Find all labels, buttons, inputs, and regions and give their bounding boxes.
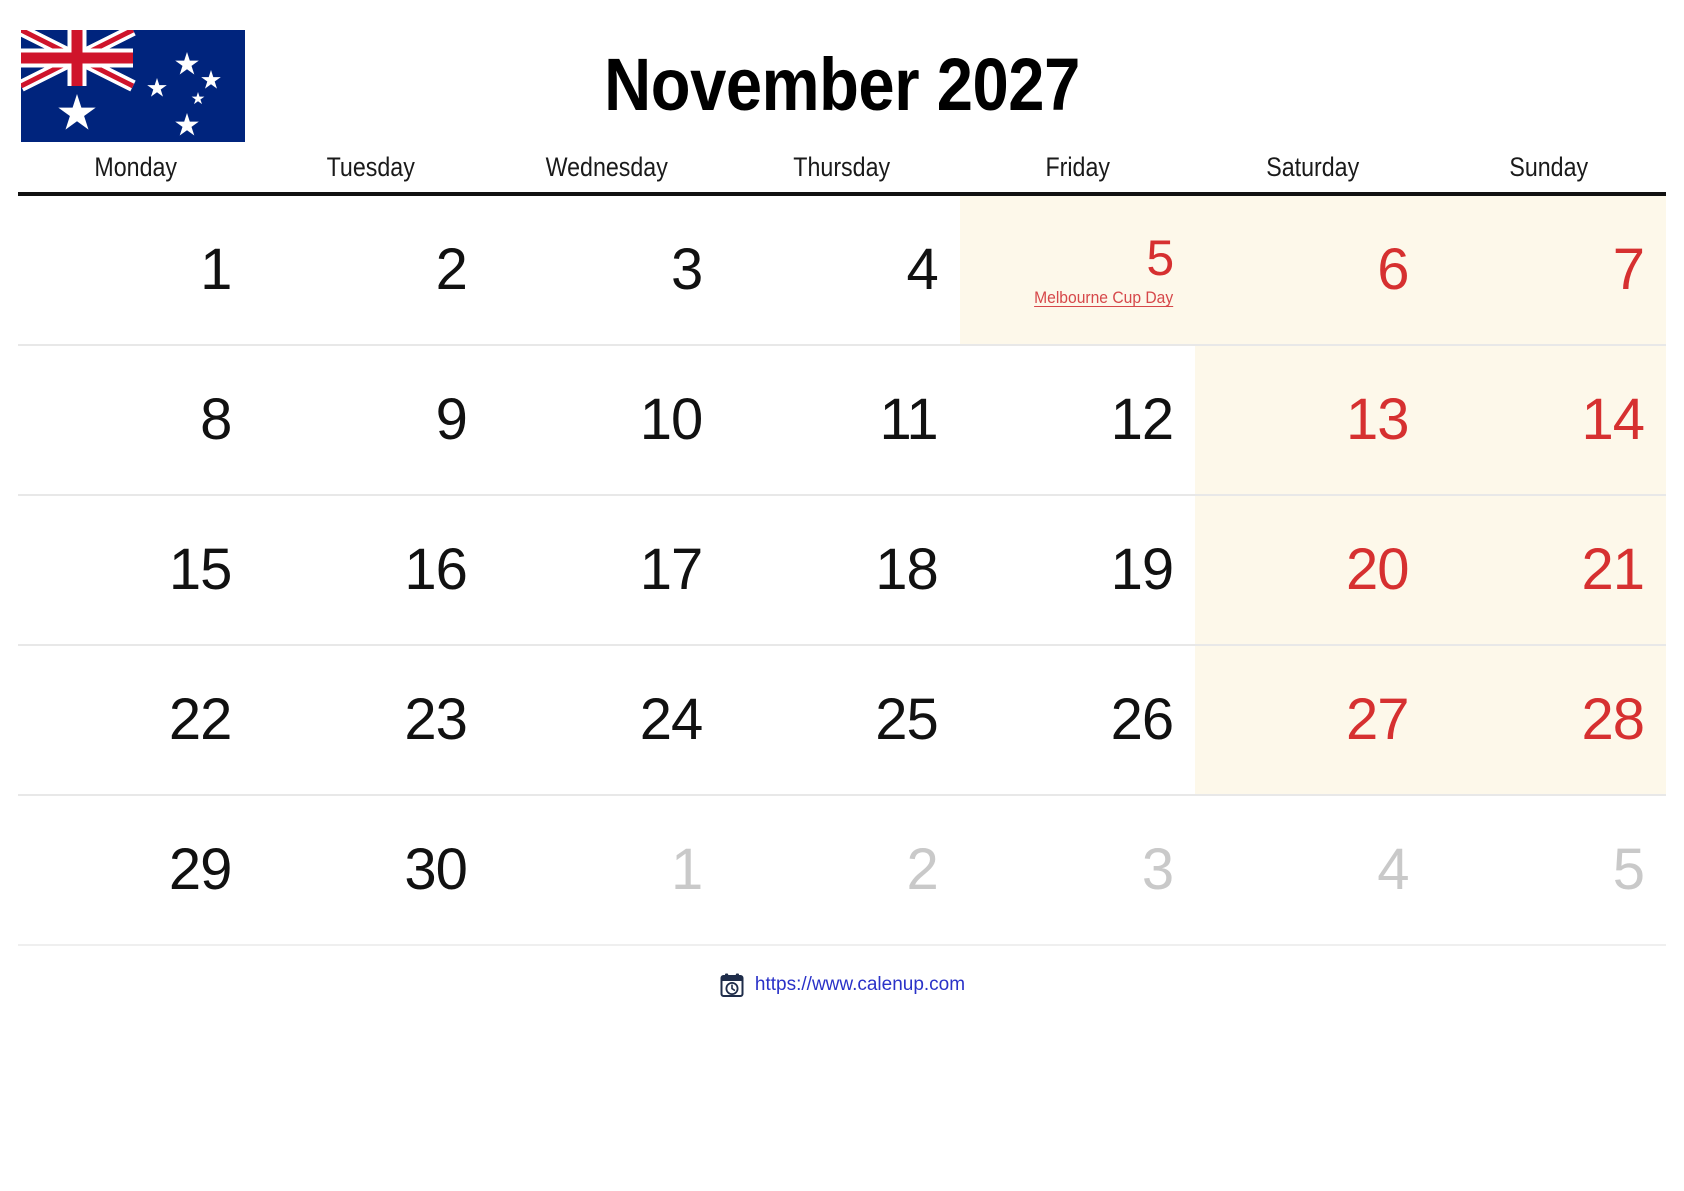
- calendar-day-cell[interactable]: 10: [489, 346, 724, 494]
- day-number: 24: [639, 686, 704, 752]
- weekday-header-thursday: Thursday: [793, 152, 891, 182]
- calendar-day-cell[interactable]: 6: [1195, 196, 1431, 344]
- calendar-day-cell[interactable]: 29: [18, 796, 253, 944]
- day-number: 26: [1110, 686, 1175, 752]
- calendar-clock-icon: [719, 972, 745, 998]
- calendar-day-cell[interactable]: 21: [1430, 496, 1666, 644]
- page-title: November 2027: [604, 43, 1080, 126]
- day-number: 2: [906, 836, 938, 902]
- day-number: 14: [1581, 386, 1645, 452]
- calendar-day-cell[interactable]: 5 Melbourne Cup Day: [959, 196, 1196, 344]
- day-number: 22: [168, 686, 233, 752]
- calendar-day-cell[interactable]: 16: [253, 496, 488, 644]
- calendar-day-cell[interactable]: 7: [1430, 196, 1666, 344]
- calendar-grid: 1 2 3 4 5 Melbourne Cup Day 6 7 8 9 10 11 12 13 14 15 16…: [18, 196, 1666, 946]
- calendar-day-cell[interactable]: 4: [724, 196, 959, 344]
- day-number: 7: [1612, 236, 1645, 302]
- day-number: 13: [1346, 386, 1410, 452]
- calendar-day-cell-outside[interactable]: 4: [1195, 796, 1430, 944]
- calendar-day-cell[interactable]: 14: [1430, 346, 1666, 494]
- calendar-day-cell[interactable]: 12: [960, 346, 1195, 494]
- calendar-day-cell[interactable]: 1: [18, 196, 253, 344]
- calendar-day-cell[interactable]: 28: [1430, 646, 1666, 794]
- day-number: 11: [879, 386, 938, 452]
- day-number: 2: [435, 236, 468, 302]
- day-number: 21: [1581, 536, 1645, 602]
- calendar-day-cell[interactable]: 24: [489, 646, 724, 794]
- day-number: 18: [875, 536, 939, 602]
- calendar-day-cell[interactable]: 26: [960, 646, 1195, 794]
- calendar-day-cell[interactable]: 18: [724, 496, 959, 644]
- day-number: 5: [1612, 836, 1645, 902]
- day-number: 27: [1346, 686, 1410, 752]
- weekday-header-friday: Friday: [1045, 152, 1110, 182]
- day-number: 17: [639, 536, 704, 602]
- day-number: 5: [1146, 229, 1174, 286]
- weekday-header-monday: Monday: [94, 152, 178, 182]
- day-number: 30: [404, 836, 468, 902]
- calendar-week-row: 8 9 10 11 12 13 14: [18, 346, 1666, 496]
- calendar-day-cell[interactable]: 11: [724, 346, 959, 494]
- calendar-day-cell[interactable]: 3: [489, 196, 724, 344]
- calendar-week-row: 22 23 24 25 26 27 28: [18, 646, 1666, 796]
- day-number: 29: [168, 836, 233, 902]
- day-number: 19: [1110, 536, 1175, 602]
- calendar-day-cell[interactable]: 22: [18, 646, 253, 794]
- calendar-day-cell[interactable]: 9: [253, 346, 488, 494]
- day-number: 1: [671, 836, 703, 902]
- day-number: 23: [404, 686, 468, 752]
- calendar-header: November 2027: [0, 0, 1684, 152]
- day-number: 20: [1346, 536, 1410, 602]
- calendar-day-cell[interactable]: 23: [253, 646, 488, 794]
- day-number: 15: [168, 536, 233, 602]
- weekday-header-tuesday: Tuesday: [327, 152, 416, 182]
- weekday-header-saturday: Saturday: [1266, 152, 1360, 182]
- calendar-day-cell[interactable]: 17: [489, 496, 724, 644]
- day-number: 10: [639, 386, 704, 452]
- day-number: 4: [1377, 836, 1409, 902]
- calendar-page: November 2027 Monday Tuesday Wednesday T…: [0, 0, 1684, 1191]
- calenup-link[interactable]: https://www.calenup.com: [755, 974, 965, 996]
- calendar-day-cell-outside[interactable]: 3: [960, 796, 1195, 944]
- calendar-day-cell[interactable]: 27: [1195, 646, 1431, 794]
- weekday-header-row: Monday Tuesday Wednesday Thursday Friday…: [18, 152, 1666, 196]
- calendar-day-cell-outside[interactable]: 1: [489, 796, 724, 944]
- calendar-week-row: 15 16 17 18 19 20 21: [18, 496, 1666, 646]
- calendar-day-cell-outside[interactable]: 2: [724, 796, 959, 944]
- calendar-week-row: 29 30 1 2 3 4 5: [18, 796, 1666, 946]
- holiday-label[interactable]: Melbourne Cup Day: [1034, 288, 1173, 308]
- calendar-day-cell-outside[interactable]: 5: [1431, 796, 1666, 944]
- weekday-header-wednesday: Wednesday: [545, 152, 668, 182]
- calendar-footer: https://www.calenup.com: [0, 972, 1684, 998]
- day-number: 6: [1377, 236, 1409, 302]
- day-number: 28: [1581, 686, 1645, 752]
- day-number: 3: [1141, 836, 1174, 902]
- day-number: 8: [200, 386, 232, 452]
- calendar-day-cell[interactable]: 8: [18, 346, 253, 494]
- calendar-day-cell[interactable]: 30: [253, 796, 488, 944]
- calendar-day-cell[interactable]: 19: [960, 496, 1195, 644]
- day-number: 1: [200, 236, 232, 302]
- day-number: 3: [671, 236, 703, 302]
- calendar-week-row: 1 2 3 4 5 Melbourne Cup Day 6 7: [18, 196, 1666, 346]
- calendar-day-cell[interactable]: 2: [253, 196, 488, 344]
- day-number: 25: [875, 686, 939, 752]
- day-number: 4: [906, 236, 938, 302]
- day-number: 9: [435, 386, 468, 452]
- calendar-day-cell[interactable]: 25: [724, 646, 959, 794]
- calendar-day-cell[interactable]: 13: [1195, 346, 1431, 494]
- day-number: 12: [1110, 386, 1175, 452]
- calendar-day-cell[interactable]: 20: [1195, 496, 1431, 644]
- day-number: 16: [404, 536, 468, 602]
- calendar-day-cell[interactable]: 15: [18, 496, 253, 644]
- weekday-header-sunday: Sunday: [1508, 152, 1588, 182]
